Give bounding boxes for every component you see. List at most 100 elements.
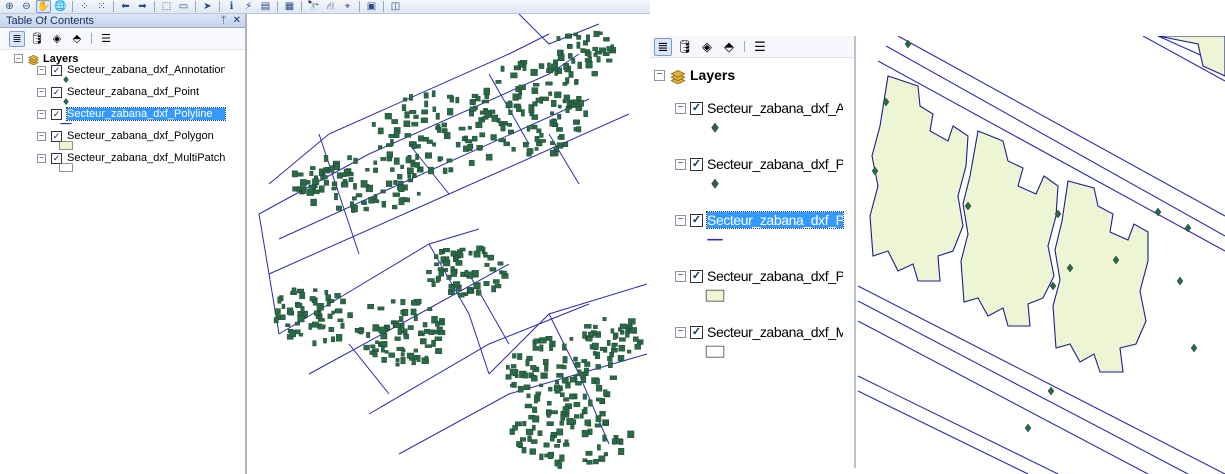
building-feature bbox=[322, 175, 328, 180]
layer-name[interactable]: Secteur_zabana_dxf_Polygon bbox=[707, 268, 843, 284]
layer-row[interactable]: −✓Secteur_zabana_dxf_Polyline bbox=[675, 211, 844, 229]
layer-name[interactable]: Secteur_zabana_dxf_Polyline bbox=[66, 107, 226, 121]
building-feature bbox=[436, 126, 442, 133]
building-feature bbox=[539, 344, 544, 352]
list-by-drawing-order-icon[interactable]: ≣ bbox=[9, 30, 25, 47]
building-polygon bbox=[869, 75, 969, 282]
layer-row[interactable]: −✓ Secteur_zabana_dxf_Annotation bbox=[675, 100, 843, 116]
point-feature bbox=[1024, 423, 1032, 433]
list-by-selection-icon[interactable]: ⬘ bbox=[720, 38, 738, 56]
building-feature bbox=[331, 186, 337, 191]
collapse-toggle-icon[interactable]: − bbox=[37, 109, 46, 119]
pin-icon[interactable]: ᛘ bbox=[221, 15, 227, 26]
layer-row[interactable]: −✓ Secteur_zabana_dxf_MultiPatch bbox=[675, 324, 843, 340]
layer-visibility-checkbox[interactable]: ✓ bbox=[690, 269, 703, 283]
layer-name[interactable]: Secteur_zabana_dxf_MultiPatch bbox=[707, 324, 843, 340]
building-feature bbox=[562, 356, 568, 364]
layer-row[interactable]: −✓ Secteur_zabana_dxf_Point bbox=[675, 156, 843, 172]
go-to-xy-icon[interactable]: ⌖ bbox=[340, 0, 355, 13]
create-viewer-icon[interactable]: ◫ bbox=[388, 0, 403, 13]
time-slider-icon[interactable]: ▣ bbox=[364, 0, 379, 13]
building-feature bbox=[333, 163, 341, 170]
building-feature bbox=[447, 94, 454, 99]
collapse-toggle-icon[interactable]: − bbox=[37, 131, 46, 141]
collapse-toggle-icon[interactable]: − bbox=[675, 102, 686, 114]
layer-name[interactable]: Secteur_zabana_dxf_Polyline bbox=[706, 211, 844, 229]
layer-name[interactable]: Secteur_zabana_dxf_Annotation bbox=[707, 100, 843, 116]
building-feature bbox=[369, 350, 374, 355]
collapse-toggle-icon[interactable]: − bbox=[37, 153, 46, 163]
clear-selection-icon[interactable]: ▭ bbox=[176, 0, 191, 13]
identify-icon[interactable]: ℹ bbox=[224, 0, 239, 13]
building-feature bbox=[471, 135, 478, 142]
hyperlink-icon[interactable]: ⚡ bbox=[241, 0, 256, 13]
point-feature bbox=[1176, 276, 1184, 286]
list-by-visibility-icon[interactable]: ◈ bbox=[698, 38, 716, 56]
building-feature bbox=[323, 338, 327, 344]
collapse-toggle-icon[interactable]: − bbox=[675, 326, 686, 338]
toolbar-separator bbox=[154, 1, 155, 12]
building-feature bbox=[602, 51, 610, 56]
building-feature bbox=[465, 139, 472, 144]
building-feature bbox=[611, 438, 617, 445]
layer-visibility-checkbox[interactable]: ✓ bbox=[690, 325, 703, 339]
building-feature bbox=[380, 157, 387, 161]
find-route-icon[interactable]: ⛙ bbox=[323, 0, 338, 13]
select-features-icon[interactable]: ⬚ bbox=[159, 0, 174, 13]
full-extent-icon[interactable]: 🌐 bbox=[53, 0, 68, 13]
collapse-toggle-icon[interactable]: − bbox=[14, 54, 23, 63]
list-by-selection-icon[interactable]: ⬘ bbox=[69, 31, 85, 47]
pan-icon[interactable]: ✋ bbox=[36, 0, 51, 13]
collapse-toggle-icon[interactable]: − bbox=[675, 270, 686, 282]
toolbar-separator bbox=[301, 1, 302, 12]
layers-group-row[interactable]: − Layers bbox=[654, 66, 735, 84]
layer-name[interactable]: Secteur_zabana_dxf_Point bbox=[707, 156, 843, 172]
select-elements-icon[interactable]: ➤ bbox=[200, 0, 215, 13]
map-view-zoomed[interactable] bbox=[858, 36, 1225, 474]
html-popup-icon[interactable]: ▤ bbox=[258, 0, 273, 13]
layer-name[interactable]: Secteur_zabana_dxf_Polygon bbox=[67, 130, 225, 142]
building-feature bbox=[448, 167, 454, 173]
layer-name[interactable]: Secteur_zabana_dxf_Point bbox=[67, 86, 225, 98]
collapse-toggle-icon[interactable]: − bbox=[675, 158, 686, 170]
options-icon[interactable]: ☰ bbox=[98, 31, 114, 47]
collapse-toggle-icon[interactable]: − bbox=[654, 69, 665, 81]
building-feature bbox=[571, 58, 576, 64]
collapse-toggle-icon[interactable]: − bbox=[37, 87, 46, 97]
list-by-drawing-order-icon[interactable]: ≣ bbox=[654, 37, 672, 56]
building-feature bbox=[378, 326, 386, 334]
fixed-zoom-in-icon[interactable]: ⁘ bbox=[77, 0, 92, 13]
list-by-source-icon[interactable]: 🛢 bbox=[676, 38, 694, 56]
layer-visibility-checkbox[interactable]: ✓ bbox=[690, 101, 703, 115]
find-icon[interactable]: 🔭 bbox=[306, 0, 321, 13]
layer-name[interactable]: Secteur_zabana_dxf_Annotation bbox=[67, 64, 225, 76]
road-line bbox=[858, 390, 1029, 474]
building-feature bbox=[416, 144, 421, 149]
building-feature bbox=[528, 104, 533, 112]
building-feature bbox=[584, 324, 592, 329]
zoom-out-icon[interactable]: ⊖ bbox=[19, 0, 34, 13]
building-feature bbox=[619, 323, 628, 330]
collapse-toggle-icon[interactable]: − bbox=[675, 214, 686, 226]
collapse-toggle-icon[interactable]: − bbox=[37, 65, 46, 75]
close-icon[interactable]: ✕ bbox=[233, 15, 241, 26]
zoom-in-icon[interactable]: ⊕ bbox=[2, 0, 17, 13]
measure-icon[interactable]: ▦ bbox=[282, 0, 297, 13]
fixed-zoom-out-icon[interactable]: ⁙ bbox=[94, 0, 109, 13]
building-feature bbox=[404, 133, 412, 138]
building-feature bbox=[306, 180, 311, 185]
list-by-source-icon[interactable]: 🛢 bbox=[29, 31, 45, 47]
back-extent-icon[interactable]: ⬅ bbox=[118, 0, 133, 13]
layer-visibility-checkbox[interactable]: ✓ bbox=[690, 213, 703, 227]
building-feature bbox=[458, 126, 466, 131]
building-feature bbox=[574, 80, 579, 85]
layer-row[interactable]: −✓ Secteur_zabana_dxf_Polygon bbox=[675, 268, 843, 284]
options-icon[interactable]: ☰ bbox=[751, 38, 769, 56]
list-by-visibility-icon[interactable]: ◈ bbox=[49, 31, 65, 47]
map-view-overview[interactable] bbox=[249, 14, 650, 474]
layer-name[interactable]: Secteur_zabana_dxf_MultiPatch bbox=[67, 152, 225, 164]
layer-visibility-checkbox[interactable]: ✓ bbox=[690, 157, 703, 171]
forward-extent-icon[interactable]: ➡ bbox=[135, 0, 150, 13]
toolbar-separator bbox=[113, 1, 114, 12]
building-feature bbox=[586, 34, 591, 42]
